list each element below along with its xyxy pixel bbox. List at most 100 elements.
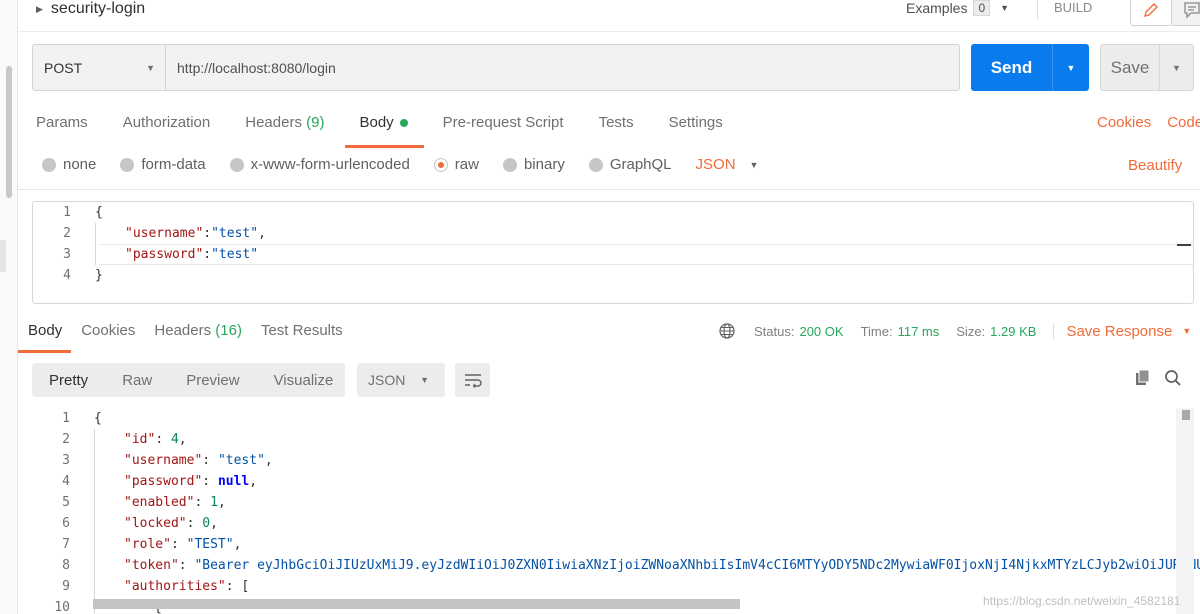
send-options-dropdown[interactable]: ▼ — [1052, 44, 1089, 91]
divider — [18, 189, 1200, 190]
view-tab-pretty[interactable]: Pretty — [32, 372, 105, 389]
save-options-dropdown[interactable]: ▼ — [1159, 45, 1193, 90]
radio-label: form-data — [141, 156, 206, 173]
wrap-lines-icon — [464, 374, 482, 388]
tab-pre-request-script[interactable]: Pre-request Script — [443, 108, 564, 142]
radio-binary[interactable]: binary — [502, 156, 565, 173]
radio-raw[interactable]: raw — [433, 156, 479, 173]
response-tab-body[interactable]: Body — [17, 322, 72, 353]
line-number: 8 — [62, 558, 70, 573]
save-button[interactable]: Save ▼ — [1100, 44, 1194, 91]
left-gutter — [0, 0, 18, 614]
globe-icon[interactable] — [718, 322, 736, 340]
save-response-label: Save Response — [1066, 322, 1173, 340]
response-tab-cookies[interactable]: Cookies — [81, 322, 135, 339]
response-horizontal-scrollbar[interactable] — [93, 599, 740, 609]
body-format-dropdown[interactable]: JSON ▼ — [696, 156, 759, 173]
size-value: 1.29 KB — [990, 323, 1037, 339]
code-line: 10 { — [32, 597, 161, 614]
method-select[interactable]: POST ▼ — [33, 45, 166, 90]
send-label: Send — [990, 57, 1033, 77]
code-line: 4 } — [33, 265, 103, 286]
code-text: "password": null, — [124, 474, 258, 489]
line-number: 1 — [62, 411, 70, 426]
build-button[interactable]: BUILD — [1037, 0, 1092, 20]
edit-button[interactable] — [1130, 0, 1172, 26]
radio-urlencoded[interactable]: x-www-form-urlencoded — [229, 156, 410, 173]
examples-dropdown[interactable]: Examples 0 ▼ — [906, 0, 1009, 16]
json-key: "token" — [124, 558, 179, 573]
save-label: Save — [1110, 57, 1150, 77]
body-type-selector: none form-data x-www-form-urlencoded raw… — [42, 156, 758, 173]
tab-headers-label: Headers — [245, 114, 302, 131]
tab-authorization[interactable]: Authorization — [123, 108, 211, 142]
current-line-highlight — [99, 244, 1193, 265]
response-vertical-scrollbar[interactable] — [1176, 408, 1194, 614]
code-text: "role": "TEST", — [124, 537, 242, 552]
code-link[interactable]: Code — [1167, 114, 1200, 131]
body-indicator-dot — [399, 119, 408, 128]
send-button[interactable]: Send ▼ — [971, 44, 1089, 91]
copy-icon[interactable] — [1133, 368, 1153, 388]
search-icon[interactable] — [1163, 368, 1183, 388]
request-tabs: Params Authorization Headers (9) Body Pr… — [36, 108, 758, 148]
json-key: "authorities" — [124, 579, 226, 594]
url-input[interactable]: http://localhost:8080/login — [166, 45, 959, 90]
response-body-viewer[interactable]: 1 { 2 "id": 4, 3 "username": "test", 4 "… — [32, 408, 1200, 614]
radio-graphql[interactable]: GraphQL — [588, 156, 672, 173]
code-line: 6 "locked": 0, — [32, 513, 218, 534]
sidebar-scrollbar[interactable] — [6, 66, 12, 198]
cookies-link[interactable]: Cookies — [1097, 114, 1151, 131]
view-tab-visualize[interactable]: Visualize — [257, 372, 351, 389]
request-body-editor[interactable]: 1 { 2 "username":"test", 3 "password":"t… — [32, 201, 1194, 304]
response-tabs: Body Cookies Headers (16) Test Results — [17, 322, 362, 353]
line-number: 3 — [62, 453, 70, 468]
response-tab-test-results[interactable]: Test Results — [261, 322, 343, 339]
line-number: 7 — [62, 537, 70, 552]
code-text: "authorities": [ — [124, 579, 250, 594]
tab-tests[interactable]: Tests — [599, 108, 634, 142]
response-tab-headers[interactable]: Headers (16) — [154, 322, 242, 339]
scroll-thumb[interactable] — [1182, 410, 1190, 420]
expand-caret-icon[interactable]: ▶ — [36, 4, 43, 15]
line-number: 9 — [62, 579, 70, 594]
tab-body[interactable]: Body — [345, 108, 424, 148]
view-tab-preview[interactable]: Preview — [169, 372, 256, 389]
json-string: "test" — [211, 247, 259, 262]
code-line: 2 "username":"test", — [33, 223, 266, 244]
sidebar-marker — [0, 240, 6, 272]
json-key: "role" — [124, 537, 171, 552]
comment-icon — [1183, 2, 1200, 19]
json-number: 4 — [170, 432, 179, 447]
json-key: "username" — [124, 453, 203, 468]
wrap-lines-button[interactable] — [455, 363, 490, 397]
editor-overview-marker — [1177, 244, 1191, 246]
comments-button[interactable] — [1172, 0, 1200, 26]
code-line: 1 { — [32, 408, 102, 429]
radio-form-data[interactable]: form-data — [120, 156, 206, 173]
radio-none[interactable]: none — [42, 156, 96, 173]
time-label: Time: — [860, 323, 893, 339]
json-number: 0 — [202, 516, 211, 531]
beautify-link[interactable]: Beautify — [1128, 157, 1182, 174]
response-format-value: JSON — [368, 372, 406, 388]
tab-params[interactable]: Params — [36, 108, 88, 142]
line-number: 6 — [62, 516, 70, 531]
save-response-button[interactable]: Save Response ▼ — [1053, 322, 1191, 340]
tab-headers[interactable]: Headers (9) — [245, 108, 324, 142]
request-name-label: security-login — [50, 0, 146, 17]
json-string: "Bearer eyJhbGciOiJIUzUxMiJ9.eyJzdWIiOiJ… — [194, 558, 1200, 573]
json-null: null — [217, 474, 250, 489]
response-format-dropdown[interactable]: JSON ▼ — [357, 363, 445, 397]
cookies-code-links: Cookies Code — [1097, 114, 1200, 131]
response-status-bar: Status: 200 OK Time: 117 ms Size: 1.29 K… — [718, 322, 1191, 340]
view-tab-raw[interactable]: Raw — [105, 372, 169, 389]
response-headers-count: (16) — [215, 322, 242, 339]
json-string: "TEST" — [186, 537, 234, 552]
tab-body-label: Body — [359, 114, 394, 131]
tab-settings[interactable]: Settings — [669, 108, 723, 142]
json-key: "username" — [125, 226, 204, 241]
chevron-down-icon: ▼ — [420, 375, 429, 385]
indent-guide — [94, 429, 95, 614]
request-name[interactable]: ▶ security-login — [36, 0, 145, 18]
